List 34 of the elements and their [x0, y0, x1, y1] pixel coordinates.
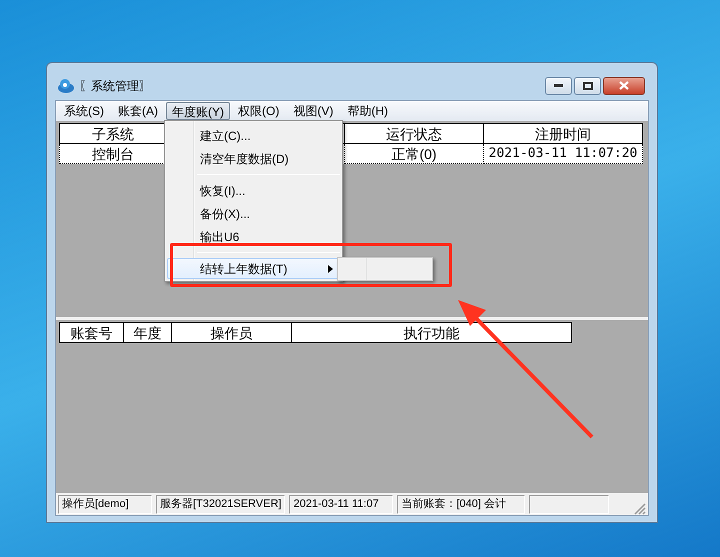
- cloud-icon: [57, 78, 75, 94]
- menu-item[interactable]: 年度账(Y): [166, 102, 230, 120]
- menu-option[interactable]: 清空年度数据(D): [167, 148, 340, 169]
- menu-option[interactable]: 备份(X)...: [167, 203, 340, 224]
- close-button[interactable]: [603, 76, 645, 94]
- status-field: 操作员[demo]: [58, 494, 152, 514]
- status-field: 服务器[T32021SERVER]: [156, 494, 286, 514]
- maximize-button[interactable]: [574, 76, 601, 94]
- menu-item[interactable]: 账套(A): [112, 102, 164, 120]
- menu-item[interactable]: 系统(S): [58, 102, 110, 120]
- menu-item[interactable]: 视图(V): [287, 102, 340, 120]
- status-field: 2021-03-11 11:07: [289, 494, 394, 514]
- table-cell: 2021-03-11 11:07:20: [484, 144, 642, 164]
- minimize-icon: [554, 84, 563, 87]
- column-header: 执行功能: [292, 322, 572, 342]
- column-header: 运行状态: [344, 124, 484, 144]
- window-title: 〖系统管理〗: [79, 78, 151, 94]
- menu-option[interactable]: 恢复(I)...: [167, 180, 340, 201]
- column-header: 操作员: [172, 322, 292, 342]
- column-header: 注册时间: [484, 124, 642, 144]
- table-cell: 正常(0): [344, 144, 484, 164]
- column-header: 子系统: [60, 124, 166, 144]
- column-header: 账套号: [60, 322, 124, 342]
- menu-option[interactable]: 结转上年数据(T): [167, 258, 340, 279]
- status-field: 当前账套：[040] 会计: [397, 494, 526, 514]
- close-icon: [619, 81, 629, 90]
- menu-item[interactable]: 权限(O): [232, 102, 286, 120]
- menu-option[interactable]: 建立(C)...: [167, 125, 340, 146]
- minimize-button[interactable]: [545, 76, 572, 94]
- menu-option[interactable]: 输出U6: [167, 226, 340, 247]
- menu-item[interactable]: 帮助(H): [341, 102, 394, 120]
- resize-grip-icon[interactable]: [634, 503, 646, 515]
- column-header: 年度: [124, 322, 172, 342]
- maximize-icon: [582, 82, 592, 90]
